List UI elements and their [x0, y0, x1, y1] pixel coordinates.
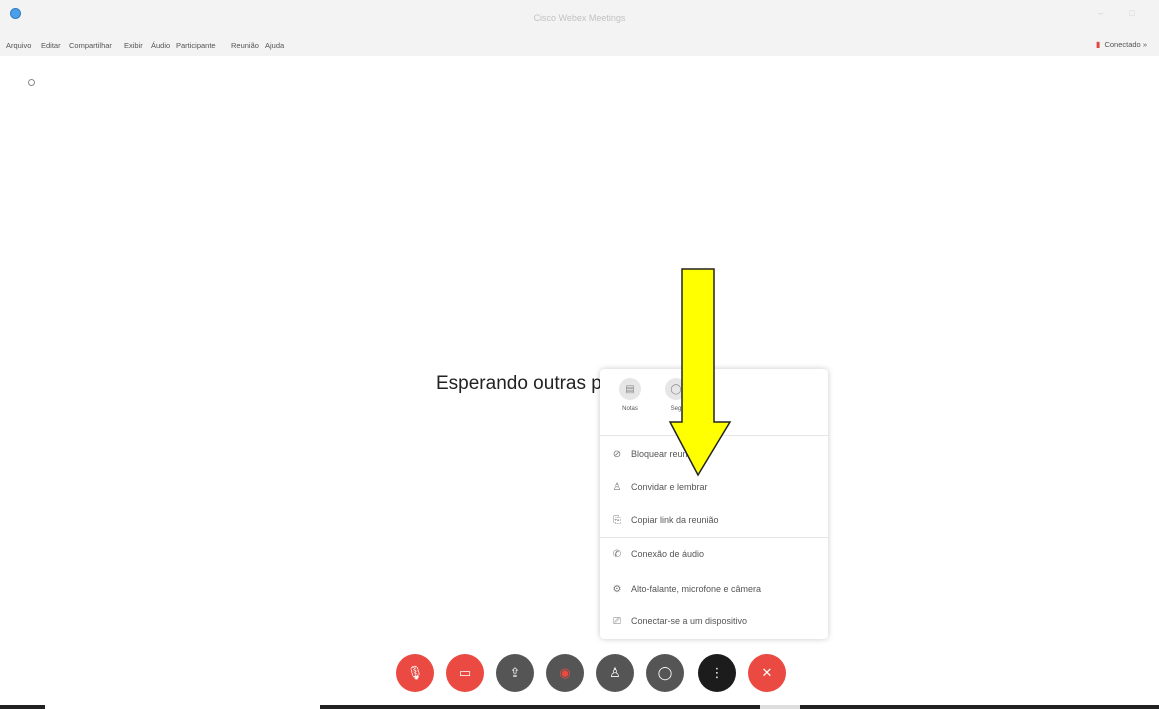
record-icon: ◉	[559, 665, 571, 680]
menu-item-label: Conectar-se a um dispositivo	[631, 616, 748, 626]
notes-label: Notas	[622, 406, 638, 412]
connection-label: Conectado	[1104, 40, 1141, 49]
mic-muted-icon: 🎙︎	[406, 665, 424, 680]
taskbar-strip	[0, 705, 1159, 709]
video-off-icon: ▭	[458, 665, 472, 680]
copy-icon: ⎘	[613, 514, 621, 526]
menu-arquivo[interactable]: Arquivo	[6, 41, 31, 50]
window-title: Cisco Webex Meetings	[533, 13, 626, 23]
chat-button[interactable]: ◯	[646, 654, 684, 692]
window-controls[interactable]: – □	[1098, 8, 1147, 18]
menu-item-invite-remind[interactable]: ♙ Convidar e lembrar	[610, 478, 820, 496]
notes-button[interactable]: ▤ Notas	[610, 378, 650, 412]
menu-item-copy-link[interactable]: ⎘ Copiar link da reunião	[610, 511, 820, 529]
menu-exibir[interactable]: Exibir	[124, 41, 143, 50]
cast-icon: ⎚	[613, 615, 621, 627]
participants-button[interactable]: ♙	[596, 654, 634, 692]
share-icon: ⇪	[509, 665, 521, 680]
meeting-info-icon[interactable]	[28, 79, 35, 86]
gear-icon: ⚙	[612, 583, 622, 595]
menu-participante[interactable]: Participante	[176, 41, 216, 50]
phone-icon: ✆	[612, 548, 622, 560]
menu-item-label: Copiar link da reunião	[631, 515, 719, 525]
divider	[600, 537, 828, 538]
menu-item-audio-connection[interactable]: ✆ Conexão de áudio	[610, 545, 820, 563]
menu-item-speaker-mic-camera[interactable]: ⚙ Alto-falante, microfone e câmera	[610, 580, 820, 598]
waiting-message: Esperando outras p	[436, 373, 602, 394]
annotation-arrow-icon	[668, 268, 732, 477]
person-icon: ♙	[612, 481, 622, 493]
menu-item-label: Convidar e lembrar	[631, 482, 708, 492]
menu-bar: Arquivo Editar Compartilhar Exibir Áudio…	[0, 34, 1159, 56]
share-button[interactable]: ⇪	[496, 654, 534, 692]
participants-icon: ♙	[609, 665, 621, 680]
lock-icon: ⊘	[612, 448, 622, 460]
more-icon: ⋮	[710, 665, 724, 680]
record-button[interactable]: ◉	[546, 654, 584, 692]
mute-button[interactable]: 🎙︎	[396, 654, 434, 692]
notes-icon: ▤	[619, 378, 641, 400]
video-button[interactable]: ▭	[446, 654, 484, 692]
title-bar: Cisco Webex Meetings – □	[0, 0, 1159, 34]
chat-icon: ◯	[657, 665, 673, 680]
more-options-button[interactable]: ⋮	[698, 654, 736, 692]
menu-item-connect-device[interactable]: ⎚ Conectar-se a um dispositivo	[610, 612, 820, 630]
connection-icon: ▮	[1096, 40, 1101, 49]
menu-ajuda[interactable]: Ajuda	[265, 41, 284, 50]
menu-item-label: Alto-falante, microfone e câmera	[631, 584, 762, 594]
menu-editar[interactable]: Editar	[41, 41, 61, 50]
menu-compartilhar[interactable]: Compartilhar	[69, 41, 112, 50]
menu-item-label: Conexão de áudio	[631, 549, 705, 559]
menu-reuniao[interactable]: Reunião	[231, 41, 259, 50]
close-icon: ✕	[761, 665, 773, 680]
menu-audio[interactable]: Áudio	[151, 41, 170, 50]
leave-meeting-button[interactable]: ✕	[748, 654, 786, 692]
connection-status[interactable]: ▮ Conectado »	[1096, 40, 1147, 49]
